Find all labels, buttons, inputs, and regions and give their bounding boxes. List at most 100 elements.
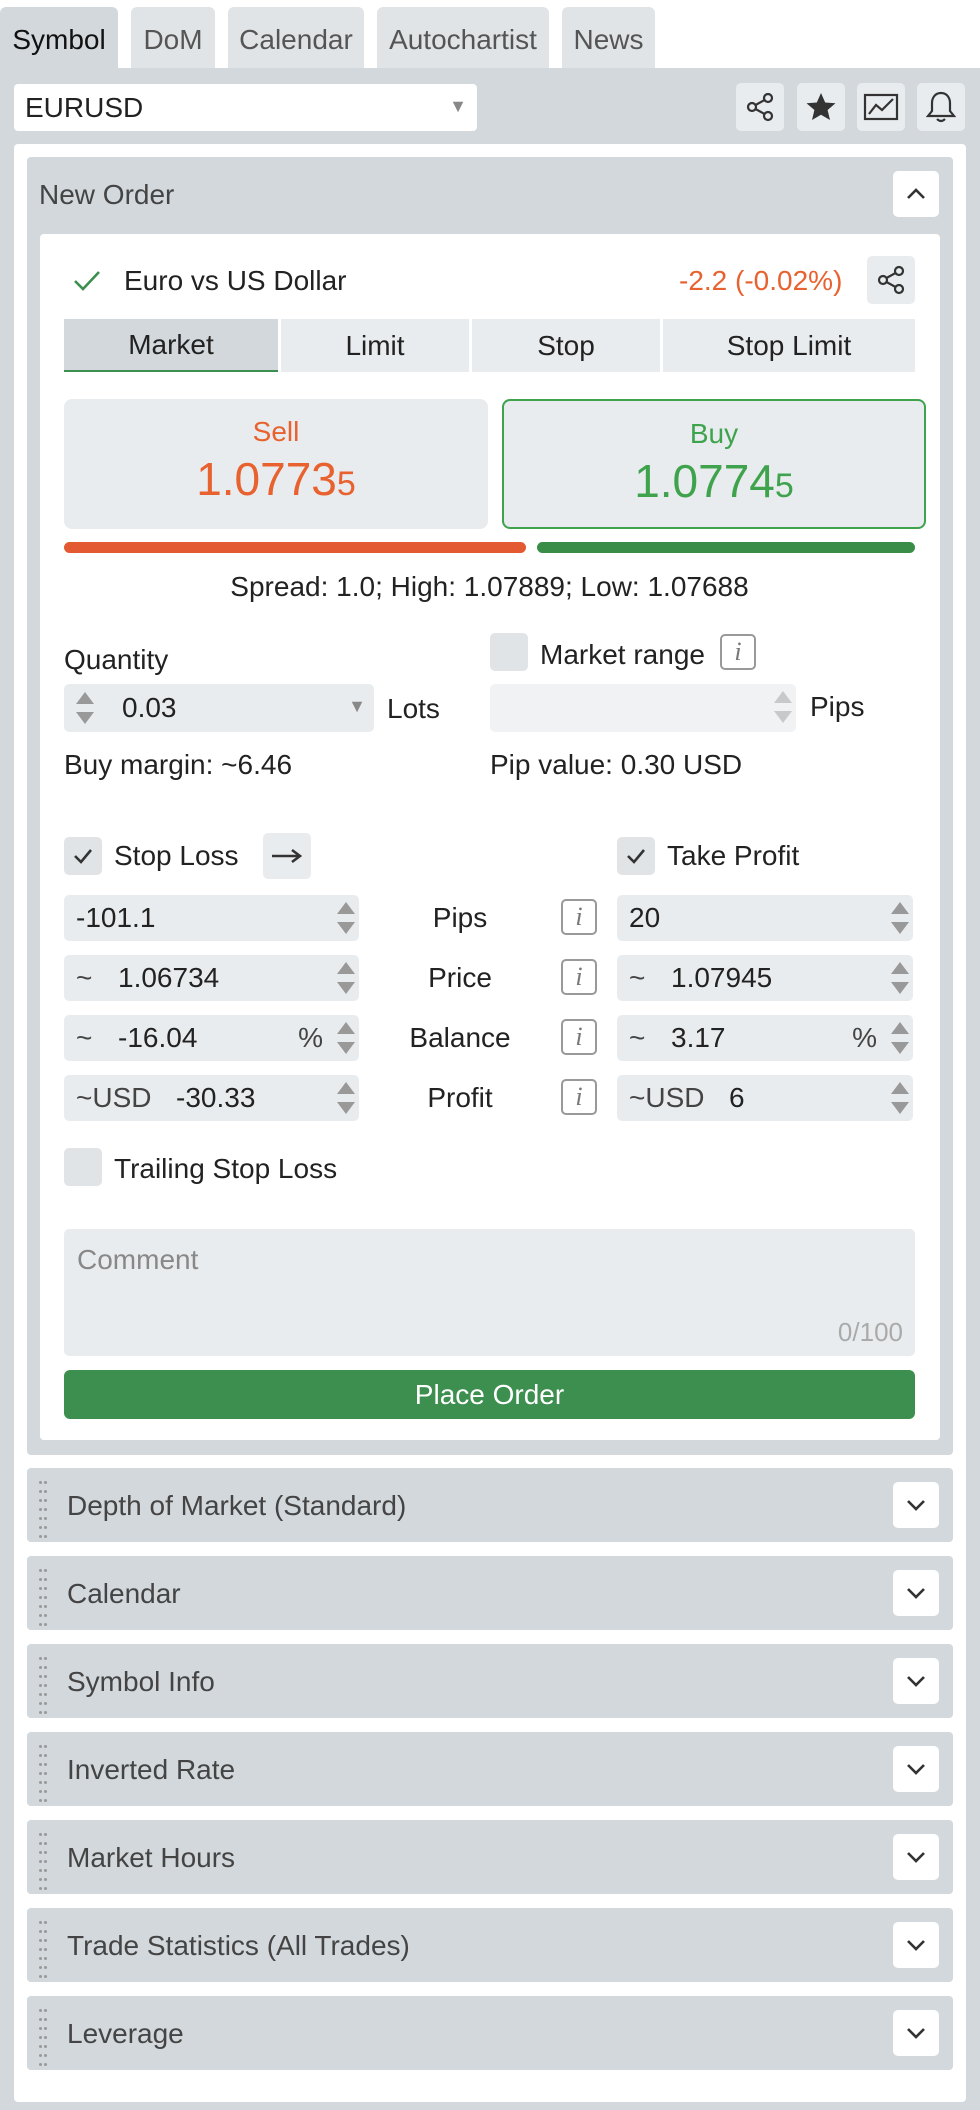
section-title: Calendar [67,1578,181,1609]
sell-price: 1.07735 [196,453,356,505]
take-profit-balance-input[interactable]: ~ 3.17 % [617,1015,913,1061]
share-icon [746,92,774,122]
quantity-stepper[interactable] [74,690,94,726]
chevron-down-icon [907,1676,925,1687]
market-range-label: Market range [540,639,705,670]
buy-price: 1.07745 [634,455,794,507]
favorite-button[interactable] [797,83,845,131]
section-inverted-rate[interactable]: Inverted Rate [27,1732,953,1806]
section-market-hours[interactable]: Market Hours [27,1820,953,1894]
stop-loss-label: Stop Loss [114,840,239,871]
order-type-limit[interactable]: Limit [281,319,469,372]
stepper[interactable] [335,960,355,996]
symbol-select-value: EURUSD [25,91,144,123]
share-button[interactable] [736,83,784,131]
section-depth-of-market[interactable]: Depth of Market (Standard) [27,1468,953,1542]
drag-handle-icon[interactable] [38,1654,50,1717]
market-range-stepper[interactable] [772,689,792,725]
pips-unit: Pips [810,691,865,722]
expand-button[interactable] [893,1482,939,1528]
tab-dom[interactable]: DoM [131,7,215,72]
take-profit-checkbox[interactable] [617,837,655,875]
comment-placeholder: Comment [77,1244,199,1275]
section-title: Symbol Info [67,1666,215,1697]
stepper[interactable] [889,1080,909,1116]
chart-icon [863,93,899,121]
place-order-button[interactable]: Place Order [64,1370,915,1419]
section-symbol-info[interactable]: Symbol Info [27,1644,953,1718]
tab-calendar[interactable]: Calendar [228,7,364,72]
expand-button[interactable] [893,1834,939,1880]
comment-counter: 0/100 [837,1317,903,1347]
buy-button[interactable]: Buy 1.07745 [502,399,926,529]
chevron-down-icon [907,1852,925,1863]
market-range-checkbox[interactable] [490,633,528,671]
chevron-down-icon [907,1588,925,1599]
stepper[interactable] [335,900,355,936]
info-icon[interactable]: i [561,1019,597,1055]
take-profit-price-input[interactable]: ~ 1.07945 [617,955,913,1001]
stepper[interactable] [889,1020,909,1056]
chevron-down-icon [907,1940,925,1951]
quantity-value: 0.03 [122,692,177,723]
stop-loss-arrow-button[interactable] [263,833,311,879]
stepper[interactable] [335,1080,355,1116]
trailing-stop-label: Trailing Stop Loss [114,1153,338,1184]
info-icon[interactable]: i [561,1079,597,1115]
expand-button[interactable] [893,1658,939,1704]
dropdown-arrow-icon: ▼ [348,696,366,716]
stop-loss-pips-input[interactable]: -101.1 [64,895,359,941]
drag-handle-icon[interactable] [38,1918,50,1981]
tab-autochartist[interactable]: Autochartist [377,7,549,72]
drag-handle-icon[interactable] [38,1566,50,1629]
info-icon[interactable]: i [720,634,756,670]
star-icon [806,93,836,120]
check-icon [74,849,92,864]
section-title: Trade Statistics (All Trades) [67,1930,410,1961]
instrument-share-button[interactable] [867,256,915,304]
stop-loss-price-input[interactable]: ~ 1.06734 [64,955,359,1001]
trailing-stop-checkbox[interactable] [64,1148,102,1186]
stop-loss-checkbox[interactable] [64,837,102,875]
order-type-stop[interactable]: Stop [472,319,660,372]
take-profit-pips-input[interactable]: 20 [617,895,913,941]
tab-symbol[interactable]: Symbol [0,7,118,72]
quantity-select[interactable]: 0.03 ▼ [64,684,374,732]
drag-handle-icon[interactable] [38,1742,50,1805]
section-leverage[interactable]: Leverage [27,1996,953,2070]
take-profit-profit-input[interactable]: ~USD 6 [617,1075,913,1121]
buy-volume-bar [537,542,915,553]
expand-button[interactable] [893,2010,939,2056]
new-order-title: New Order [39,179,175,210]
stop-loss-balance-input[interactable]: ~ -16.04 % [64,1015,359,1061]
stepper[interactable] [889,960,909,996]
instrument-name: Euro vs US Dollar [124,265,347,296]
drag-handle-icon[interactable] [38,1478,50,1541]
stop-loss-profit-input[interactable]: ~USD -30.33 [64,1075,359,1121]
expand-button[interactable] [893,1746,939,1792]
section-calendar[interactable]: Calendar [27,1556,953,1630]
collapse-button[interactable] [893,171,939,217]
section-trade-statistics[interactable]: Trade Statistics (All Trades) [27,1908,953,1982]
alert-button[interactable] [917,83,965,131]
order-type-stop-limit[interactable]: Stop Limit [663,319,915,372]
symbol-select[interactable]: EURUSD ▼ [14,84,477,131]
stepper[interactable] [889,900,909,936]
comment-textarea[interactable]: Comment 0/100 [64,1229,915,1356]
info-icon[interactable]: i [561,899,597,935]
drag-handle-icon[interactable] [38,1830,50,1893]
market-range-input[interactable] [490,684,796,732]
order-type-market[interactable]: Market [64,319,278,372]
chart-button[interactable] [857,83,905,131]
chevron-down-icon [907,1764,925,1775]
expand-button[interactable] [893,1922,939,1968]
expand-button[interactable] [893,1570,939,1616]
row-label-balance: Balance [409,1022,511,1053]
stepper[interactable] [335,1020,355,1056]
sell-button[interactable]: Sell 1.07735 [64,399,488,529]
drag-handle-icon[interactable] [38,2006,50,2069]
section-title: Leverage [67,2018,184,2049]
info-icon[interactable]: i [561,959,597,995]
pip-value: Pip value: 0.30 USD [490,749,743,780]
tab-news[interactable]: News [562,7,655,72]
